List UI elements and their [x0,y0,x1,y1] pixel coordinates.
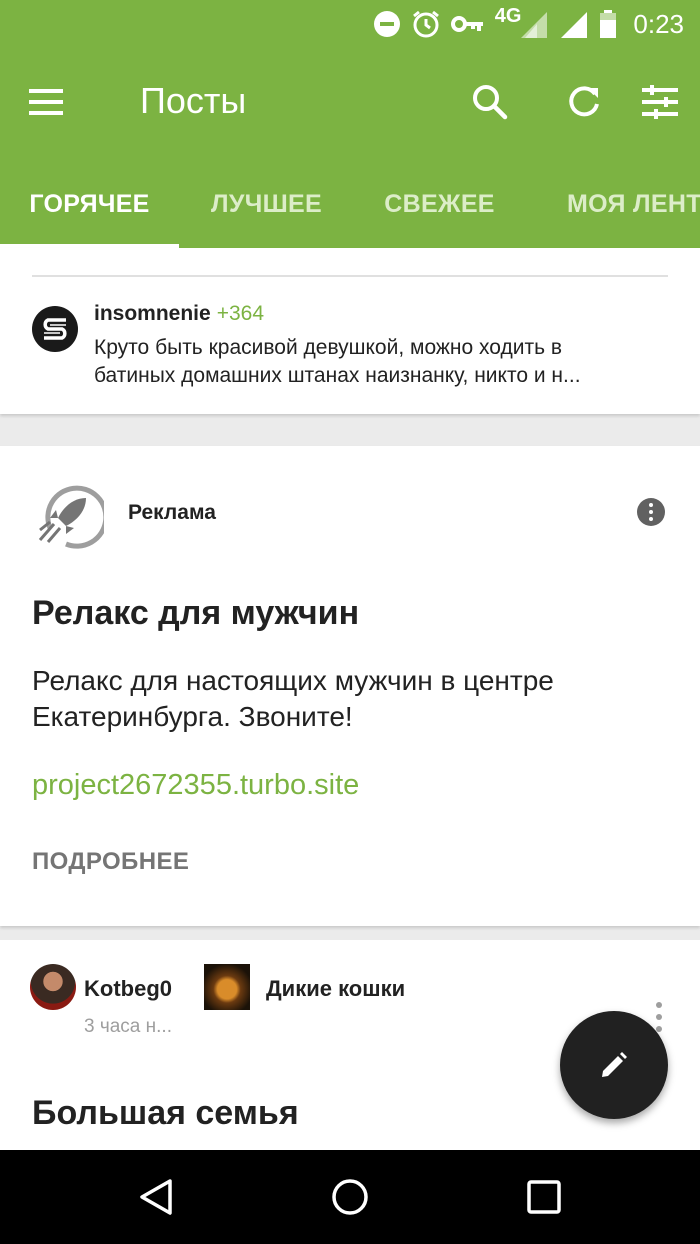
tab-my-feed[interactable]: МОЯ ЛЕНТА [525,160,700,248]
post-time: 3 часа н... [84,1016,172,1037]
signal-4g-icon [521,12,548,38]
search-button[interactable] [466,78,514,126]
s-logo-icon [43,318,67,340]
tab-hot-label: ГОРЯЧЕЕ [29,189,150,218]
ad-more-button[interactable]: ПОДРОБНЕЕ [32,848,189,876]
signal-icon [561,12,588,38]
post-title[interactable]: Большая семья [32,1094,299,1133]
status-icons: 4G 0:23 [373,4,684,42]
screen: 4G 0:23 Посты ГОРЯЧЕЕ ЛУЧШЕЕ СВЕЖЕЕ МОЯ … [0,0,700,1244]
ad-options-button[interactable] [637,498,665,526]
ad-title: Релакс для мужчин [32,594,360,632]
tab-my-feed-label: МОЯ ЛЕНТА [567,189,700,218]
comment-username: insomnenie [94,302,211,325]
community-avatar[interactable] [204,964,250,1010]
home-icon [332,1179,368,1215]
post-options-button[interactable] [652,1002,666,1032]
comment-card[interactable]: insomnenie +364 Круто быть красивой девуш… [0,248,700,414]
ad-card[interactable]: Реклама Релакс для мужчин Релакс для нас… [0,446,700,926]
comment-rating: +364 [216,302,265,325]
filter-button[interactable] [636,78,684,126]
ad-link[interactable]: project2672355.turbo.site [32,769,359,802]
post-author[interactable]: Kotbeg0 [84,976,172,1002]
comment-text-line: батиных домашних штанах наизнанку, никто… [94,364,581,387]
tab-hot[interactable]: ГОРЯЧЕЕ [0,160,179,248]
status-time: 0:23 [633,8,684,39]
recents-button[interactable] [521,1174,567,1220]
network-type-label: 4G [494,4,522,27]
tab-fresh[interactable]: СВЕЖЕЕ [354,160,525,248]
community-name[interactable]: Дикие кошки [266,976,405,1002]
toolbar: Посты [0,48,700,160]
recents-icon [527,1180,561,1214]
home-button[interactable] [327,1174,373,1220]
search-icon [473,85,508,120]
divider [32,275,668,277]
author-avatar[interactable] [30,964,76,1010]
pencil-icon [602,1052,627,1077]
ad-text-line: Релакс для настоящих мужчин в центре [32,665,554,696]
filter-icon [642,85,678,119]
comment-author[interactable]: insomnenie +364 [94,302,264,326]
back-icon [140,1179,172,1215]
tab-bar: ГОРЯЧЕЕ ЛУЧШЕЕ СВЕЖЕЕ МОЯ ЛЕНТА [0,160,700,248]
navigation-bar [0,1150,700,1244]
battery-icon [600,10,617,38]
vpn-key-icon [450,16,483,32]
comment-text-line: Круто быть красивой девушкой, можно ходи… [94,336,563,359]
back-button[interactable] [133,1174,179,1220]
comment-text: Круто быть красивой девушкой, можно ходи… [94,334,669,390]
rocket-logo-icon [38,485,104,549]
refresh-button[interactable] [560,78,608,126]
do-not-disturb-icon [373,11,400,37]
avatar[interactable] [32,306,78,352]
app-bar: 4G 0:23 Посты ГОРЯЧЕЕ ЛУЧШЕЕ СВЕЖЕЕ МОЯ … [0,0,700,248]
menu-icon [29,89,63,115]
refresh-icon [569,86,599,117]
tab-fresh-label: СВЕЖЕЕ [384,189,495,218]
ad-label: Реклама [128,501,216,524]
tab-best[interactable]: ЛУЧШЕЕ [179,160,354,248]
alarm-icon [412,10,439,38]
status-bar: 4G 0:23 [0,0,700,48]
page-title: Посты [140,80,247,121]
create-post-button[interactable] [560,1011,668,1119]
tab-best-label: ЛУЧШЕЕ [211,189,322,218]
ad-text: Релакс для настоящих мужчин в центре Ека… [32,663,672,735]
ad-text-line: Екатеринбурга. Звоните! [32,701,353,732]
menu-button[interactable] [22,82,70,122]
